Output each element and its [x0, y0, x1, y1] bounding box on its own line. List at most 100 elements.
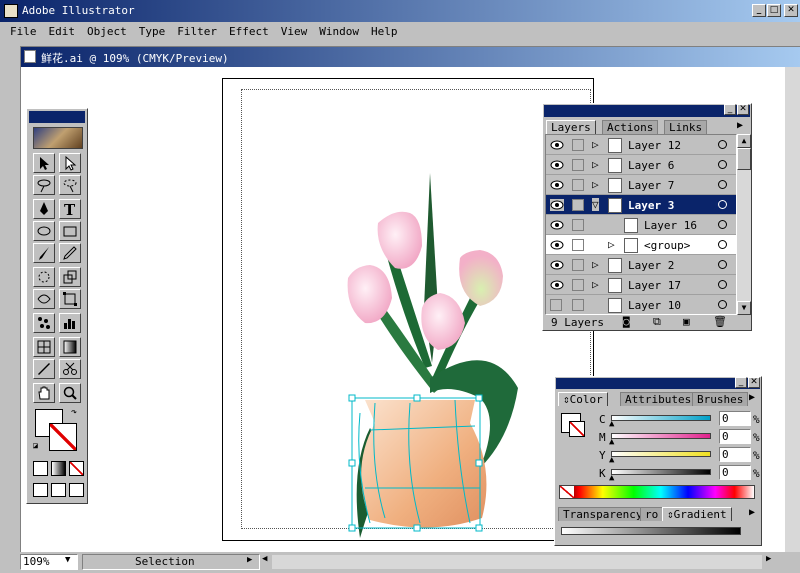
target-circle-icon[interactable] [718, 240, 727, 249]
zoom-select[interactable]: 109% ▼ [20, 554, 78, 570]
tab-attributes[interactable]: Attributes [620, 392, 697, 406]
toolbox-title-bar[interactable] [29, 111, 85, 123]
gradient-tool[interactable] [59, 337, 81, 357]
zoom-dropdown-icon[interactable]: ▼ [65, 555, 70, 565]
zoom-tool[interactable] [59, 383, 81, 403]
collapse-arrow-icon[interactable]: ▽ [592, 198, 599, 211]
layer-row[interactable]: ▷ Layer 17 [546, 275, 736, 295]
type-tool[interactable]: T [59, 199, 81, 219]
full-screen-mode-icon[interactable] [69, 483, 84, 497]
lock-toggle[interactable] [572, 159, 584, 171]
black-value-field[interactable]: 0 [719, 465, 751, 480]
free-transform-tool[interactable] [59, 289, 81, 309]
tab-stroke[interactable]: ro [640, 507, 664, 521]
tab-gradient[interactable]: ⇕Gradient [662, 507, 732, 521]
menu-help[interactable]: Help [365, 22, 404, 42]
expand-arrow-icon[interactable]: ▷ [592, 138, 599, 151]
menu-file[interactable]: File [4, 22, 43, 42]
mesh-tool[interactable] [33, 337, 55, 357]
pencil-tool[interactable] [59, 243, 81, 263]
new-layer-icon[interactable]: ▣ [683, 315, 690, 328]
layers-panel-collapse-button[interactable]: _ [724, 104, 736, 115]
color-spectrum-bar[interactable] [559, 485, 755, 499]
tab-brushes[interactable]: Brushes [692, 392, 749, 406]
lock-toggle[interactable] [572, 259, 584, 271]
expand-arrow-icon[interactable]: ▷ [592, 178, 599, 191]
menu-filter[interactable]: Filter [171, 22, 223, 42]
graph-tool[interactable] [59, 313, 81, 333]
warp-tool[interactable] [33, 289, 55, 309]
color-panel-menu-button[interactable]: ▶ [749, 392, 755, 403]
magic-wand-tool[interactable] [33, 175, 55, 195]
new-sublayer-icon[interactable]: ⧉ [653, 315, 661, 329]
visibility-eye-icon[interactable] [550, 239, 564, 251]
swap-icon[interactable]: ↷ [71, 407, 77, 418]
tulip-artwork[interactable] [330, 168, 530, 538]
target-circle-icon[interactable] [718, 260, 727, 269]
target-circle-icon[interactable] [718, 180, 727, 189]
slider-thumb-icon[interactable]: ▲ [609, 473, 614, 483]
target-circle-icon[interactable] [718, 280, 727, 289]
yellow-value-field[interactable]: 0 [719, 447, 751, 462]
layer-row-selected[interactable]: ▽ Layer 3 [546, 195, 736, 215]
paintbrush-tool[interactable] [33, 243, 55, 263]
close-button[interactable]: ✕ [784, 4, 798, 17]
status-tool-select[interactable]: Selection ▶ [82, 554, 260, 570]
visibility-eye-icon[interactable] [550, 259, 564, 271]
scroll-up-button[interactable]: ▲ [737, 134, 751, 148]
tab-transparency[interactable]: Transparency [558, 507, 648, 521]
visibility-toggle[interactable] [550, 299, 562, 311]
visibility-eye-icon[interactable] [550, 139, 564, 151]
layers-panel-close-button[interactable]: ✕ [737, 104, 749, 115]
slider-thumb-icon[interactable]: ▲ [609, 455, 614, 465]
gradient-panel-menu-button[interactable]: ▶ [749, 507, 755, 518]
lock-toggle[interactable] [572, 239, 584, 251]
color-panel-close-button[interactable]: ✕ [748, 377, 760, 388]
minimize-button[interactable]: _ [752, 4, 766, 17]
tab-layers[interactable]: Layers [546, 120, 596, 134]
layers-panel-menu-button[interactable]: ▶ [737, 120, 743, 131]
menu-type[interactable]: Type [133, 22, 172, 42]
target-circle-icon[interactable] [718, 220, 727, 229]
lock-toggle[interactable] [572, 199, 584, 211]
gradient-mode-icon[interactable] [51, 461, 66, 476]
scissors-tool[interactable] [59, 359, 81, 379]
layer-row[interactable]: ▷ Layer 7 [546, 175, 736, 195]
layer-row[interactable]: ▷ Layer 12 [546, 135, 736, 155]
standard-screen-mode-icon[interactable] [33, 483, 48, 497]
lock-toggle[interactable] [572, 219, 584, 231]
visibility-eye-icon[interactable] [550, 199, 564, 211]
expand-arrow-icon[interactable]: ▷ [592, 278, 599, 291]
full-screen-menu-mode-icon[interactable] [51, 483, 66, 497]
menu-effect[interactable]: Effect [223, 22, 275, 42]
target-circle-icon[interactable] [718, 160, 727, 169]
target-circle-icon[interactable] [718, 300, 727, 309]
layer-row[interactable]: Layer 10 [546, 295, 736, 314]
direct-selection-tool[interactable] [59, 153, 81, 173]
selection-tool[interactable] [33, 153, 55, 173]
layer-row[interactable]: ▷ Layer 2 [546, 255, 736, 275]
cyan-value-field[interactable]: 0 [719, 411, 751, 426]
rectangle-tool[interactable] [59, 221, 81, 241]
expand-arrow-icon[interactable]: ▷ [608, 238, 615, 251]
color-mode-icon[interactable] [33, 461, 48, 476]
visibility-eye-icon[interactable] [550, 159, 564, 171]
scroll-thumb[interactable] [737, 148, 751, 170]
menu-view[interactable]: View [275, 22, 314, 42]
visibility-eye-icon[interactable] [550, 179, 564, 191]
default-colors-icon[interactable]: ◪ [33, 441, 38, 450]
layer-row[interactable]: ▷ Layer 6 [546, 155, 736, 175]
magenta-slider[interactable] [611, 433, 711, 439]
visibility-eye-icon[interactable] [550, 219, 564, 231]
scroll-left-button[interactable]: ◀ [262, 554, 267, 564]
lock-toggle[interactable] [572, 139, 584, 151]
stroke-swatch[interactable] [49, 423, 77, 451]
lock-toggle[interactable] [572, 279, 584, 291]
target-circle-icon[interactable] [718, 140, 727, 149]
slider-thumb-icon[interactable]: ▲ [609, 419, 614, 429]
color-stroke-swatch[interactable] [569, 421, 585, 437]
menu-window[interactable]: Window [313, 22, 365, 42]
status-dropdown-icon[interactable]: ▶ [247, 555, 252, 565]
slider-thumb-icon[interactable]: ▲ [609, 437, 614, 447]
yellow-slider[interactable] [611, 451, 711, 457]
